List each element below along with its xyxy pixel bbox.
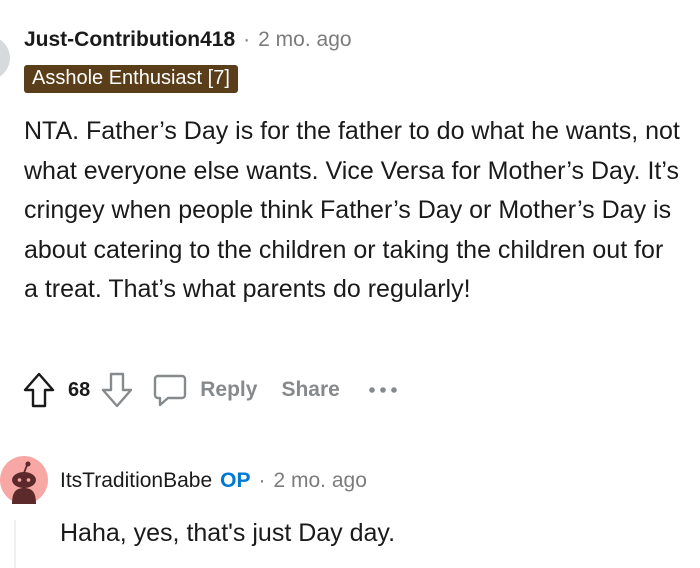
- reply-button[interactable]: Reply: [152, 372, 257, 408]
- user-flair: Asshole Enthusiast [7]: [24, 65, 238, 93]
- downvote-arrow-icon[interactable]: [100, 371, 134, 409]
- speech-bubble-icon: [152, 372, 188, 408]
- comment-author[interactable]: Just-Contribution418: [24, 28, 235, 52]
- separator-dot: ·: [243, 28, 251, 51]
- upvote-arrow-icon[interactable]: [22, 371, 56, 409]
- separator-dot: ·: [258, 469, 266, 492]
- avatar[interactable]: [0, 36, 10, 80]
- comment-header: ItsTraditionBabe OP · 2 mo. ago: [60, 469, 367, 493]
- comment-author[interactable]: ItsTraditionBabe: [60, 469, 212, 493]
- vote-count: 68: [68, 378, 91, 401]
- reply-label: Reply: [200, 378, 258, 401]
- comment-body: NTA. Father’s Day is for the father to d…: [24, 117, 680, 303]
- comment-header: Just-Contribution418 · 2 mo. ago: [24, 28, 352, 52]
- comment-timestamp[interactable]: 2 mo. ago: [258, 28, 351, 52]
- ellipsis-icon[interactable]: [368, 385, 398, 395]
- share-button[interactable]: Share: [281, 378, 339, 402]
- snoo-avatar-icon[interactable]: [0, 456, 48, 504]
- comment-action-bar: 68 Reply Share: [22, 368, 398, 412]
- comment-body: Haha, yes, that's just Day day.: [60, 519, 396, 547]
- op-badge: OP: [220, 469, 251, 492]
- thread-line[interactable]: [14, 520, 16, 568]
- comment-timestamp[interactable]: 2 mo. ago: [273, 469, 366, 493]
